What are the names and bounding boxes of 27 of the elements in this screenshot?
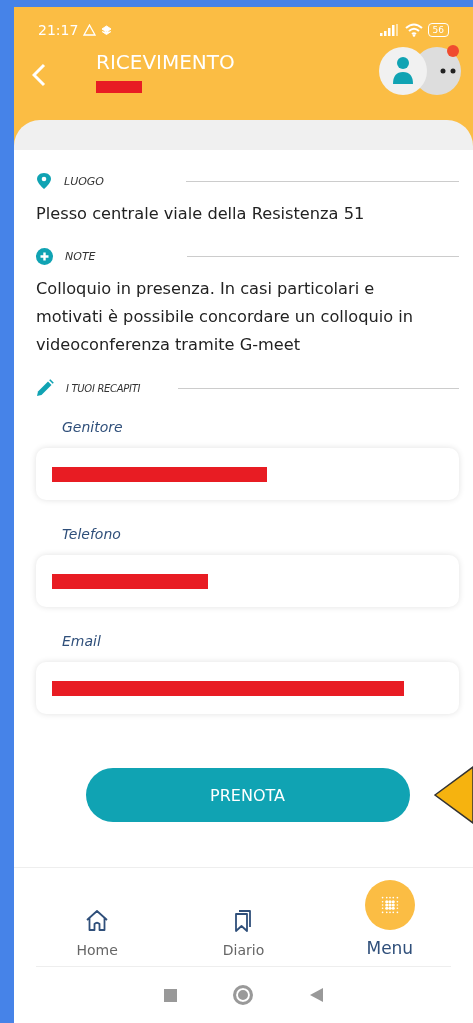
wifi-icon (404, 23, 423, 37)
dots-grid-icon (362, 880, 417, 930)
nav-tab[interactable]: Diario (193, 880, 294, 958)
section-label: NOTE (65, 250, 97, 263)
back-triangle-icon[interactable] (309, 988, 323, 1002)
home-circle-icon[interactable] (233, 985, 254, 1005)
field-label: Genitore (62, 419, 124, 435)
battery-indicator: 56 (427, 23, 449, 37)
field-label: Email (62, 633, 102, 649)
warning-icon (83, 24, 97, 36)
status-time: 21:17 (38, 22, 79, 38)
layers-icon (101, 24, 113, 36)
section-text: Plesso centrale viale della Resistenza 51 (36, 203, 366, 225)
field-label: Telefono (62, 526, 122, 542)
location-pin-icon (36, 172, 52, 190)
nav-tab[interactable]: Menu (339, 880, 440, 958)
nav-tab[interactable]: Home (47, 880, 148, 958)
plus-circle-icon (36, 248, 53, 265)
signal-icon (379, 24, 400, 36)
section-label: I TUOI RECAPITI (66, 382, 142, 394)
recent-apps-icon[interactable] (164, 988, 178, 1002)
account-avatars-drawing[interactable] (379, 47, 461, 95)
back-icon[interactable] (32, 63, 46, 87)
section-label: LUOGO (64, 174, 106, 188)
pencil-icon (36, 379, 54, 397)
section-text: Colloquio in presenza. In casi particolari e motivati è possibile concordare un colloquio in videoconferenza tramite G-meet (36, 278, 415, 356)
page-title: RICEVIMENTO (96, 49, 236, 76)
